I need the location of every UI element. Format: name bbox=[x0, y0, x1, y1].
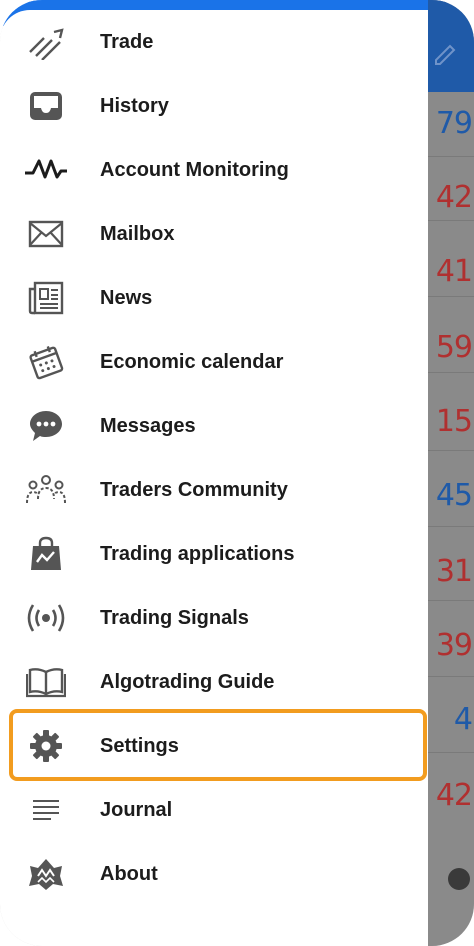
menu-item-messages[interactable]: Messages bbox=[0, 394, 428, 458]
shopping-bag-icon bbox=[22, 534, 70, 574]
divider bbox=[428, 220, 474, 221]
menu-item-label: Trading Signals bbox=[100, 607, 249, 629]
divider bbox=[428, 296, 474, 297]
chat-bubble-icon bbox=[22, 406, 70, 446]
quote-value: 79 bbox=[435, 106, 473, 141]
navigation-drawer: Trade History Account Monitoring Mailbox… bbox=[0, 0, 428, 946]
monitoring-pulse-icon bbox=[22, 150, 70, 190]
divider bbox=[428, 752, 474, 753]
quote-value: 41 bbox=[435, 254, 473, 289]
menu-item-label: About bbox=[100, 863, 158, 885]
menu-item-label: Journal bbox=[100, 799, 173, 821]
edit-pencil-icon[interactable] bbox=[432, 40, 458, 66]
quote-value: 39 bbox=[435, 628, 473, 663]
scroll-indicator-dot bbox=[448, 868, 470, 890]
quotes-background[interactable]: 79 42 41 59 15 45 31 39 4 42 bbox=[428, 0, 474, 946]
quote-value: 45 bbox=[435, 478, 473, 513]
menu-item-label: Messages bbox=[100, 415, 196, 437]
signal-broadcast-icon bbox=[22, 598, 70, 638]
quote-value: 42 bbox=[435, 778, 473, 813]
quote-value: 4 bbox=[453, 702, 473, 737]
divider bbox=[428, 676, 474, 677]
menu-item-label: Traders Community bbox=[100, 479, 288, 501]
envelope-icon bbox=[22, 214, 70, 254]
menu-item-label: Trading applications bbox=[100, 543, 295, 565]
quotes-header bbox=[428, 0, 474, 92]
quote-value: 31 bbox=[435, 554, 473, 589]
quote-value: 59 bbox=[435, 330, 473, 365]
lines-icon bbox=[22, 790, 70, 830]
menu-item-account-monitoring[interactable]: Account Monitoring bbox=[0, 138, 428, 202]
divider bbox=[428, 372, 474, 373]
divider bbox=[428, 450, 474, 451]
menu-item-traders-community[interactable]: Traders Community bbox=[0, 458, 428, 522]
community-people-icon bbox=[22, 470, 70, 510]
trade-icon bbox=[22, 22, 70, 62]
calendar-icon bbox=[22, 342, 70, 382]
divider bbox=[428, 600, 474, 601]
menu-item-trade[interactable]: Trade bbox=[0, 10, 428, 74]
menu-item-label: Algotrading Guide bbox=[100, 671, 275, 693]
phone-screen: 79 42 41 59 15 45 31 39 4 42 Trade Histo… bbox=[0, 0, 474, 946]
menu-item-about[interactable]: About bbox=[0, 842, 428, 906]
menu-item-label: Mailbox bbox=[100, 223, 175, 245]
quote-value: 42 bbox=[435, 180, 473, 215]
history-inbox-icon bbox=[22, 86, 70, 126]
menu-item-label: Account Monitoring bbox=[100, 159, 289, 181]
settings-highlight-frame bbox=[9, 709, 427, 781]
menu-item-trading-applications[interactable]: Trading applications bbox=[0, 522, 428, 586]
divider bbox=[428, 156, 474, 157]
menu-item-trading-signals[interactable]: Trading Signals bbox=[0, 586, 428, 650]
menu-item-economic-calendar[interactable]: Economic calendar bbox=[0, 330, 428, 394]
newspaper-icon bbox=[22, 278, 70, 318]
menu-item-news[interactable]: News bbox=[0, 266, 428, 330]
menu-item-label: History bbox=[100, 95, 169, 117]
about-logo-icon bbox=[22, 854, 70, 894]
divider bbox=[428, 526, 474, 527]
menu-item-history[interactable]: History bbox=[0, 74, 428, 138]
menu-item-mailbox[interactable]: Mailbox bbox=[0, 202, 428, 266]
open-book-icon bbox=[22, 662, 70, 702]
menu-item-journal[interactable]: Journal bbox=[0, 778, 428, 842]
menu-item-label: News bbox=[100, 287, 153, 309]
quote-value: 15 bbox=[435, 404, 473, 439]
menu-item-algotrading-guide[interactable]: Algotrading Guide bbox=[0, 650, 428, 714]
menu-item-label: Trade bbox=[100, 31, 154, 53]
menu-item-label: Economic calendar bbox=[100, 351, 284, 373]
